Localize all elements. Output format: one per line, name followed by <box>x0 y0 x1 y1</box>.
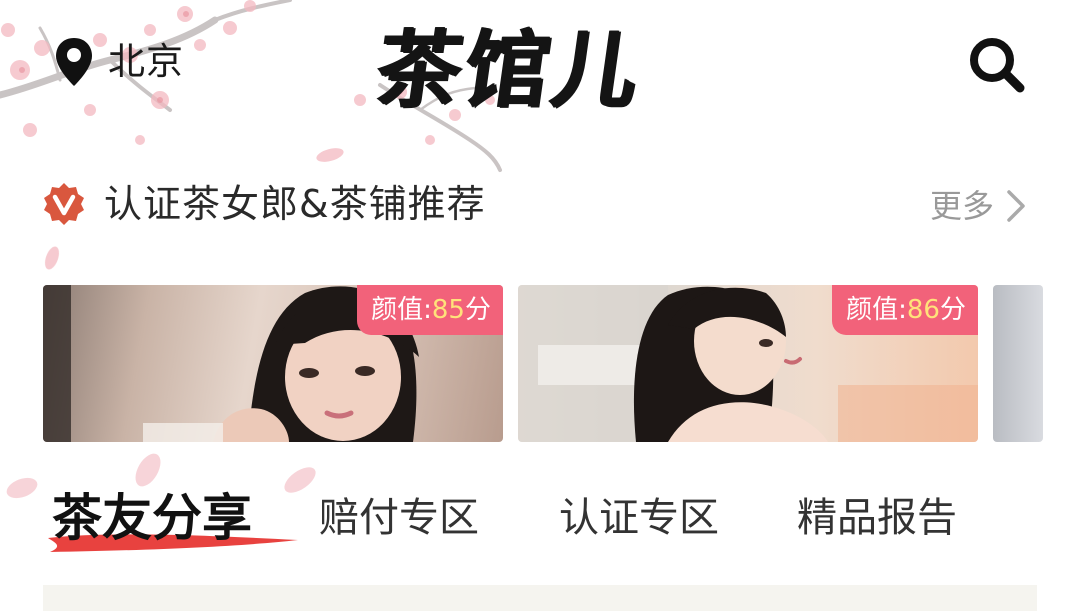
score-badge: 颜值: 86 分 <box>832 285 978 335</box>
tab-premium-reports[interactable]: 精品报告 <box>797 480 957 556</box>
content-panel <box>43 585 1037 611</box>
category-tab-bar: 茶友分享 赔付专区 认证专区 精品报告 <box>0 480 1080 560</box>
location-name: 北京 <box>108 40 184 83</box>
app-logo-text: 茶馆儿 <box>370 19 649 119</box>
map-pin-icon <box>56 38 92 86</box>
recommend-card[interactable]: 颜值: 85 分 <box>43 285 503 442</box>
tab-compensation-zone[interactable]: 赔付专区 <box>319 480 479 556</box>
tab-tea-friend-share[interactable]: 茶友分享 <box>52 480 252 556</box>
score-label: 颜值: <box>371 295 432 325</box>
score-value: 85 <box>431 295 465 325</box>
app-screen: 北京 茶馆儿 认证茶女郎&茶铺推荐 更多 颜值: 85 分 颜值: 86 分 茶… <box>0 0 1080 611</box>
more-label: 更多 <box>930 187 995 225</box>
chevron-right-icon <box>1007 190 1025 222</box>
verified-v-badge-icon <box>44 183 84 225</box>
top-header: 北京 茶馆儿 <box>0 0 1080 130</box>
score-unit: 分 <box>939 295 966 325</box>
score-badge: 颜值: 85 分 <box>357 285 503 335</box>
more-link[interactable]: 更多 <box>930 178 1026 234</box>
score-value: 86 <box>906 295 940 325</box>
app-logo: 茶馆儿 <box>370 8 648 119</box>
recommend-card[interactable]: 颜值: 86 分 <box>518 285 978 442</box>
recommend-section-header: 认证茶女郎&茶铺推荐 更多 <box>0 170 1080 234</box>
recommend-card-strip: 颜值: 85 分 颜值: 86 分 <box>43 285 1043 442</box>
score-label: 颜值: <box>846 295 907 325</box>
score-unit: 分 <box>464 295 491 325</box>
recommend-card[interactable] <box>993 285 1043 442</box>
search-icon[interactable] <box>964 32 1028 96</box>
location-selector[interactable]: 北京 <box>54 36 184 88</box>
tab-certified-zone[interactable]: 认证专区 <box>559 480 719 556</box>
section-title: 认证茶女郎&茶铺推荐 <box>104 182 486 226</box>
